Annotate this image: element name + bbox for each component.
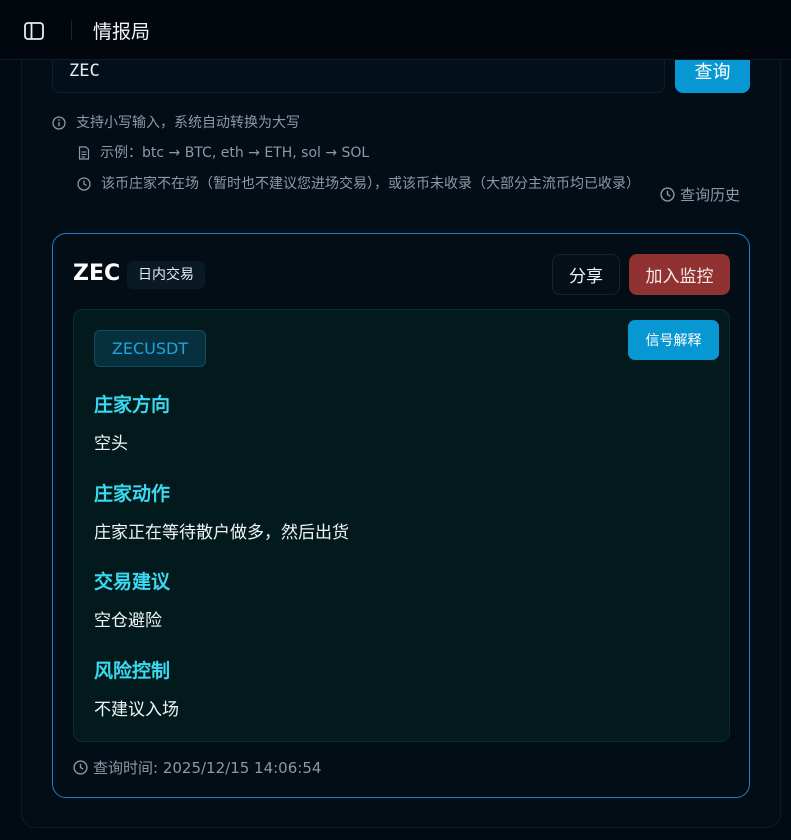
- lowercase-hint: 支持小写输入，系统自动转换为大写: [52, 113, 300, 133]
- clock-icon: [660, 187, 675, 202]
- section-title-action: 庄家动作: [94, 483, 171, 505]
- signal-box: ZECUSDT 信号解释 庄家方向 空头 庄家动作 庄家正在等待散户做多，然后出…: [73, 309, 730, 742]
- section-title-advice: 交易建议: [94, 571, 171, 593]
- example-hint-text: 示例：btc → BTC, eth → ETH, sol → SOL: [100, 145, 370, 161]
- info-icon: [52, 116, 66, 130]
- document-icon: [78, 146, 90, 160]
- section-value-advice: 空仓避险: [94, 611, 162, 631]
- clock-icon: [73, 760, 88, 775]
- app-title: 情报局: [93, 21, 151, 43]
- query-time: 查询时间: 2025/12/15 14:06:54: [73, 757, 321, 778]
- notice-hint: 该币庄家不在场（暂时也不建议您进场交易），或该币未收录（大部分主流币均已收录）: [77, 174, 647, 194]
- add-monitor-button[interactable]: 加入监控: [629, 254, 730, 295]
- section-value-direction: 空头: [94, 434, 128, 454]
- query-time-text: 查询时间: 2025/12/15 14:06:54: [93, 759, 322, 777]
- query-history-label: 查询历史: [680, 186, 741, 204]
- section-value-action: 庄家正在等待散户做多，然后出货: [94, 523, 349, 543]
- coin-name: ZEC: [73, 261, 121, 286]
- result-card: ZEC 日内交易 分享 加入监控 ZECUSDT 信号解释 庄家方向 空头 庄家…: [52, 233, 750, 798]
- trade-type-badge: 日内交易: [127, 261, 205, 289]
- lowercase-hint-text: 支持小写输入，系统自动转换为大写: [76, 115, 300, 131]
- sidebar-toggle-icon[interactable]: [22, 19, 46, 43]
- example-hint: 示例：btc → BTC, eth → ETH, sol → SOL: [78, 143, 369, 163]
- section-title-risk: 风险控制: [94, 660, 171, 682]
- topbar-divider: [71, 20, 72, 40]
- section-title-direction: 庄家方向: [94, 394, 171, 416]
- clock-icon: [77, 177, 91, 191]
- share-button[interactable]: 分享: [552, 254, 620, 295]
- top-bar: 情报局: [0, 0, 791, 60]
- notice-hint-text: 该币庄家不在场（暂时也不建议您进场交易），或该币未收录（大部分主流币均已收录）: [101, 176, 640, 192]
- section-value-risk: 不建议入场: [94, 700, 179, 720]
- signal-explain-button[interactable]: 信号解释: [628, 320, 719, 360]
- trading-pair-tag: ZECUSDT: [94, 330, 206, 367]
- query-history-link[interactable]: 查询历史: [660, 184, 740, 205]
